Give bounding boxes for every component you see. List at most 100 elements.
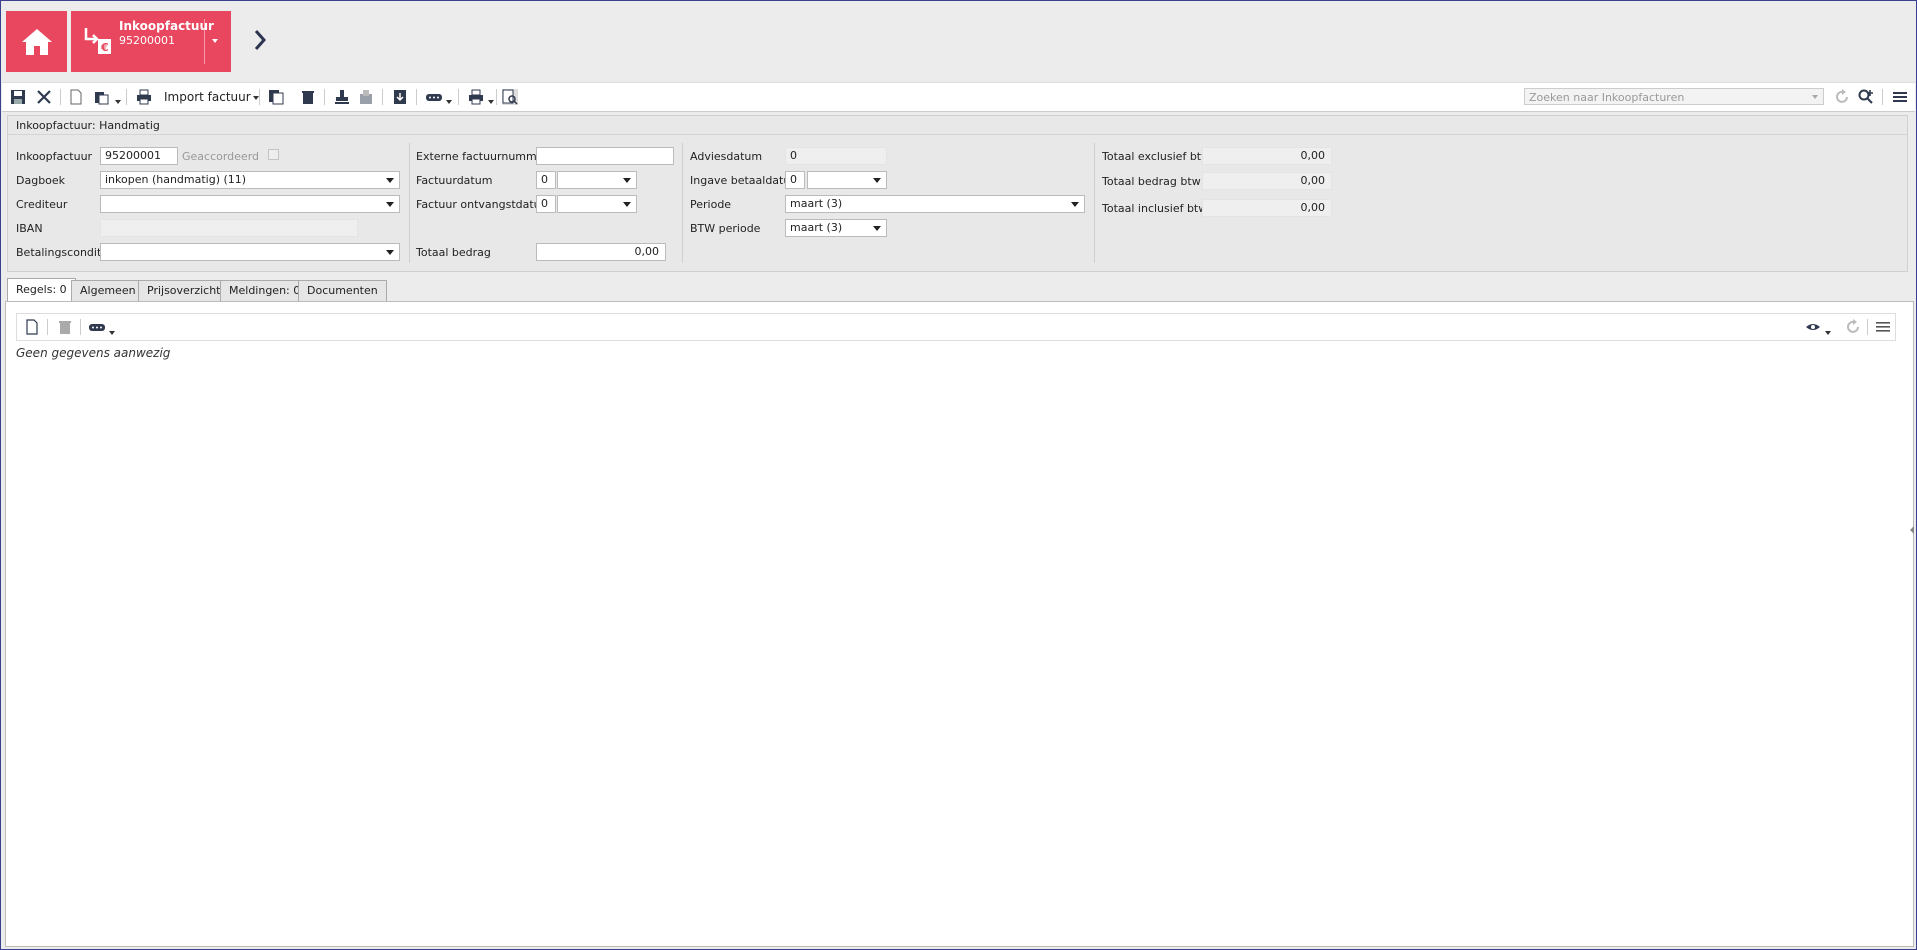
btw-periode-label: BTW periode — [690, 222, 761, 235]
print-options-dropdown-icon[interactable] — [486, 95, 494, 108]
copy-dropdown-icon[interactable] — [113, 95, 121, 108]
tab-algemeen[interactable]: Algemeen — [71, 280, 145, 301]
new-line-icon[interactable] — [24, 319, 40, 335]
duplicate-icon[interactable] — [268, 89, 284, 105]
new-document-icon[interactable] — [68, 89, 84, 105]
tab-documenten[interactable]: Documenten — [298, 280, 387, 301]
iban-label: IBAN — [16, 222, 43, 235]
document-type: Inkoopfactuur — [119, 19, 214, 33]
dagboek-label: Dagboek — [16, 174, 66, 187]
externe-factuurnummer-label: Externe factuurnummer — [416, 150, 549, 163]
totaal-bedrag-btw-value: 0,00 — [1202, 172, 1332, 190]
book-icon[interactable] — [358, 89, 374, 105]
totaal-inclusief-btw-label: Totaal inclusief btw — [1102, 202, 1208, 215]
collapse-side-panel-icon[interactable] — [1910, 526, 1914, 534]
lines-more-options-icon[interactable] — [89, 319, 105, 335]
toolbar-divider — [1867, 319, 1868, 335]
ingave-betaaldatum-day-field[interactable]: 0 — [785, 171, 805, 189]
lines-hamburger-menu-icon[interactable] — [1875, 319, 1891, 335]
document-number: 95200001 — [119, 34, 175, 47]
home-icon — [21, 28, 52, 55]
geaccordeerd-checkbox[interactable] — [268, 149, 279, 160]
iban-field — [100, 219, 358, 237]
home-button[interactable] — [6, 11, 67, 72]
preview-icon[interactable] — [502, 89, 518, 105]
periode-select[interactable]: maart (3) — [785, 195, 1085, 213]
toolbar-divider — [382, 89, 383, 105]
crediteur-label: Crediteur — [16, 198, 68, 211]
toolbar-divider — [47, 319, 48, 335]
toolbar-divider — [458, 89, 459, 105]
main-toolbar: Import factuur Zoeken naar Inkoopfacture… — [2, 82, 1915, 112]
search-input[interactable]: Zoeken naar Inkoopfacturen — [1524, 88, 1824, 105]
factuurdatum-select[interactable] — [557, 171, 637, 189]
totaal-bedrag-field[interactable]: 0,00 — [536, 243, 666, 261]
toolbar-divider — [324, 89, 325, 105]
btw-periode-value: maart (3) — [790, 221, 843, 234]
tab-prijsoverzicht[interactable]: Prijsoverzicht — [138, 280, 230, 301]
ontvangstdatum-day-field[interactable]: 0 — [536, 195, 556, 213]
visibility-icon[interactable] — [1805, 319, 1821, 335]
toolbar-divider — [60, 89, 61, 105]
approve-stamp-icon[interactable] — [334, 89, 350, 105]
purchase-invoice-icon: € — [84, 28, 111, 54]
factuurdatum-day-field[interactable]: 0 — [536, 171, 556, 189]
crediteur-select[interactable] — [100, 195, 400, 213]
totaal-exclusief-btw-label: Totaal exclusief btw — [1102, 150, 1211, 163]
tile-dropdown-icon[interactable] — [212, 39, 218, 43]
form-title-divider — [8, 134, 1907, 135]
form-title: Inkoopfactuur: Handmatig — [16, 119, 160, 132]
totaal-exclusief-btw-value: 0,00 — [1202, 147, 1332, 165]
search-placeholder: Zoeken naar Inkoopfacturen — [1529, 91, 1685, 104]
zoom-search-icon[interactable] — [1858, 89, 1874, 105]
print-icon[interactable] — [136, 89, 152, 105]
svg-text:€: € — [100, 41, 109, 54]
lines-more-options-dropdown-icon[interactable] — [107, 326, 115, 339]
toolbar-divider — [126, 89, 127, 105]
dagboek-value: inkopen (handmatig) (11) — [105, 173, 247, 186]
empty-state-message: Geen gegevens aanwezig — [16, 346, 171, 360]
close-icon[interactable] — [36, 89, 52, 105]
import-invoice-button[interactable]: Import factuur — [164, 90, 259, 104]
delete-line-icon[interactable] — [57, 319, 73, 335]
toolbar-divider — [416, 89, 417, 105]
betalingsconditie-label: Betalingsconditie — [16, 246, 112, 259]
betalingsconditie-select[interactable] — [100, 243, 400, 261]
dagboek-select[interactable]: inkopen (handmatig) (11) — [100, 171, 400, 189]
hamburger-menu-icon[interactable] — [1892, 89, 1908, 105]
ingave-betaaldatum-select[interactable] — [807, 171, 887, 189]
adviesdatum-field: 0 — [785, 147, 887, 165]
toolbar-divider — [496, 89, 497, 105]
lines-toolbar — [16, 313, 1896, 341]
import-invoice-label: Import factuur — [164, 90, 251, 104]
factuurdatum-label: Factuurdatum — [416, 174, 493, 187]
copy-icon[interactable] — [94, 89, 110, 105]
inkoopfactuur-label: Inkoopfactuur — [16, 150, 93, 163]
delete-icon[interactable] — [300, 89, 316, 105]
more-options-dropdown-icon[interactable] — [444, 95, 452, 108]
next-arrow-icon[interactable] — [253, 29, 267, 54]
document-tile[interactable]: € Inkoopfactuur 95200001 — [71, 11, 231, 72]
refresh-icon[interactable] — [1834, 89, 1850, 105]
visibility-dropdown-icon[interactable] — [1823, 326, 1831, 339]
toolbar-divider — [80, 319, 81, 335]
toolbar-divider — [259, 89, 260, 105]
totaal-bedrag-btw-label: Totaal bedrag btw — [1102, 175, 1201, 188]
externe-factuurnummer-field[interactable] — [536, 147, 674, 165]
periode-label: Periode — [690, 198, 732, 211]
save-icon[interactable] — [10, 89, 26, 105]
tab-regels[interactable]: Regels: 0 — [7, 278, 76, 301]
btw-periode-select[interactable]: maart (3) — [785, 219, 887, 237]
tab-meldingen[interactable]: Meldingen: 0 — [220, 280, 310, 301]
factuur-ontvangstdatum-label: Factuur ontvangstdatum — [416, 198, 552, 211]
lines-refresh-icon[interactable] — [1845, 319, 1861, 335]
toolbar-divider — [1882, 89, 1883, 105]
tile-divider — [204, 19, 205, 64]
periode-value: maart (3) — [790, 197, 843, 210]
inkoopfactuur-field[interactable]: 95200001 — [100, 147, 178, 165]
more-options-icon[interactable] — [426, 89, 442, 105]
print-options-icon[interactable] — [468, 89, 484, 105]
export-icon[interactable] — [392, 89, 408, 105]
tab-content-area — [5, 301, 1914, 947]
ontvangstdatum-select[interactable] — [557, 195, 637, 213]
